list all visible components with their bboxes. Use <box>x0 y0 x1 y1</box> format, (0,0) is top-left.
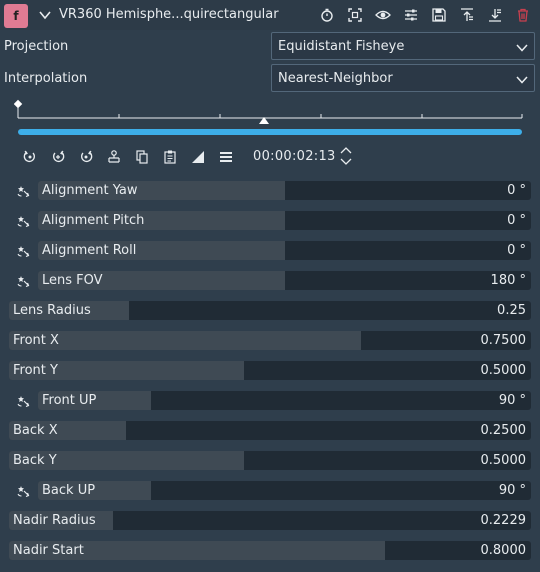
param-name: Alignment Yaw <box>42 183 138 198</box>
effect-title: VR360 Hemisphe...quirectangular <box>59 7 279 22</box>
delete-icon[interactable] <box>515 7 531 23</box>
param-slider-alignment-yaw[interactable]: Alignment Yaw 0 ° <box>38 181 531 200</box>
chevron-down-icon <box>516 42 528 52</box>
param-value[interactable]: 90 ° <box>499 483 526 498</box>
collapse-chevron-icon[interactable] <box>38 8 52 22</box>
param-value[interactable]: 0 ° <box>507 243 526 258</box>
curve-icon[interactable] <box>190 149 206 165</box>
param-slider-back-y[interactable]: Back Y 0.5000 <box>9 451 531 470</box>
fullscreen-icon[interactable] <box>347 7 363 23</box>
keyframe-toggle-icon[interactable] <box>15 213 31 229</box>
timer-icon[interactable] <box>319 7 335 23</box>
timeline-progress-bar <box>18 129 522 135</box>
keyframe-toggle-icon[interactable] <box>15 273 31 289</box>
add-keyframe-icon[interactable] <box>50 149 66 165</box>
projection-select[interactable]: Equidistant Fisheye <box>271 32 535 60</box>
keyframe-toggle-icon[interactable] <box>15 483 31 499</box>
sliders-icon[interactable] <box>403 7 419 23</box>
param-name: Nadir Start <box>13 543 84 558</box>
paste-icon[interactable] <box>162 149 178 165</box>
param-name: Back X <box>13 423 58 438</box>
keyframe-toggle-icon[interactable] <box>15 183 31 199</box>
param-value[interactable]: 90 ° <box>499 393 526 408</box>
param-name: Lens FOV <box>42 273 103 288</box>
param-slider-front-up[interactable]: Front UP 90 ° <box>38 391 531 410</box>
param-value[interactable]: 0.5000 <box>481 453 527 468</box>
keyframe-toggle-icon[interactable] <box>15 393 31 409</box>
param-name: Alignment Pitch <box>42 213 145 228</box>
param-slider-alignment-roll[interactable]: Alignment Roll 0 ° <box>38 241 531 260</box>
save-icon[interactable] <box>431 7 447 23</box>
chevron-down-icon <box>516 74 528 84</box>
projection-value: Equidistant Fisheye <box>278 39 405 54</box>
param-name: Front Y <box>13 363 58 378</box>
param-slider-nadir-radius[interactable]: Nadir Radius 0.2229 <box>9 511 531 530</box>
move-down-icon[interactable] <box>487 7 503 23</box>
param-name: Back Y <box>13 453 57 468</box>
interpolation-select[interactable]: Nearest-Neighbor <box>271 64 535 92</box>
param-slider-front-y[interactable]: Front Y 0.5000 <box>9 361 531 380</box>
previous-keyframe-icon[interactable] <box>22 149 38 165</box>
param-name: Back UP <box>42 483 96 498</box>
param-name: Alignment Roll <box>42 243 137 258</box>
interpolation-label: Interpolation <box>4 71 88 86</box>
param-value[interactable]: 0.25 <box>497 303 526 318</box>
timecode-spinner[interactable] <box>340 146 352 166</box>
keyframe-type-icon[interactable] <box>106 149 122 165</box>
slider-fill <box>9 331 362 350</box>
param-slider-back-x[interactable]: Back X 0.2500 <box>9 421 531 440</box>
copy-icon[interactable] <box>134 149 150 165</box>
param-value[interactable]: 0 ° <box>507 183 526 198</box>
interpolation-value: Nearest-Neighbor <box>278 71 393 86</box>
param-value[interactable]: 0.7500 <box>481 333 527 348</box>
timecode-display[interactable]: 00:00:02:13 <box>253 149 336 164</box>
keyframe-toggle-icon[interactable] <box>15 243 31 259</box>
effect-header: f VR360 Hemisphe...quirectangular <box>0 0 540 30</box>
param-slider-alignment-pitch[interactable]: Alignment Pitch 0 ° <box>38 211 531 230</box>
param-slider-lens-fov[interactable]: Lens FOV 180 ° <box>38 271 531 290</box>
param-slider-back-up[interactable]: Back UP 90 ° <box>38 481 531 500</box>
param-value[interactable]: 0.5000 <box>481 363 527 378</box>
eye-icon[interactable] <box>375 7 391 23</box>
param-value[interactable]: 0.2500 <box>481 423 527 438</box>
param-slider-lens-radius[interactable]: Lens Radius 0.25 <box>9 301 531 320</box>
badge-letter: f <box>13 9 19 23</box>
param-name: Front UP <box>42 393 97 408</box>
keyframe-timeline[interactable] <box>13 97 526 139</box>
param-slider-nadir-start[interactable]: Nadir Start 0.8000 <box>9 541 531 560</box>
param-name: Front X <box>13 333 59 348</box>
menu-icon[interactable] <box>218 149 234 165</box>
param-name: Lens Radius <box>13 303 91 318</box>
effect-type-badge[interactable]: f <box>4 4 28 28</box>
param-slider-front-x[interactable]: Front X 0.7500 <box>9 331 531 350</box>
move-up-icon[interactable] <box>459 7 475 23</box>
projection-label: Projection <box>4 39 69 54</box>
param-value[interactable]: 0.8000 <box>481 543 527 558</box>
param-value[interactable]: 180 ° <box>491 273 526 288</box>
param-value[interactable]: 0 ° <box>507 213 526 228</box>
param-value[interactable]: 0.2229 <box>481 513 527 528</box>
next-keyframe-icon[interactable] <box>78 149 94 165</box>
param-name: Nadir Radius <box>13 513 96 528</box>
